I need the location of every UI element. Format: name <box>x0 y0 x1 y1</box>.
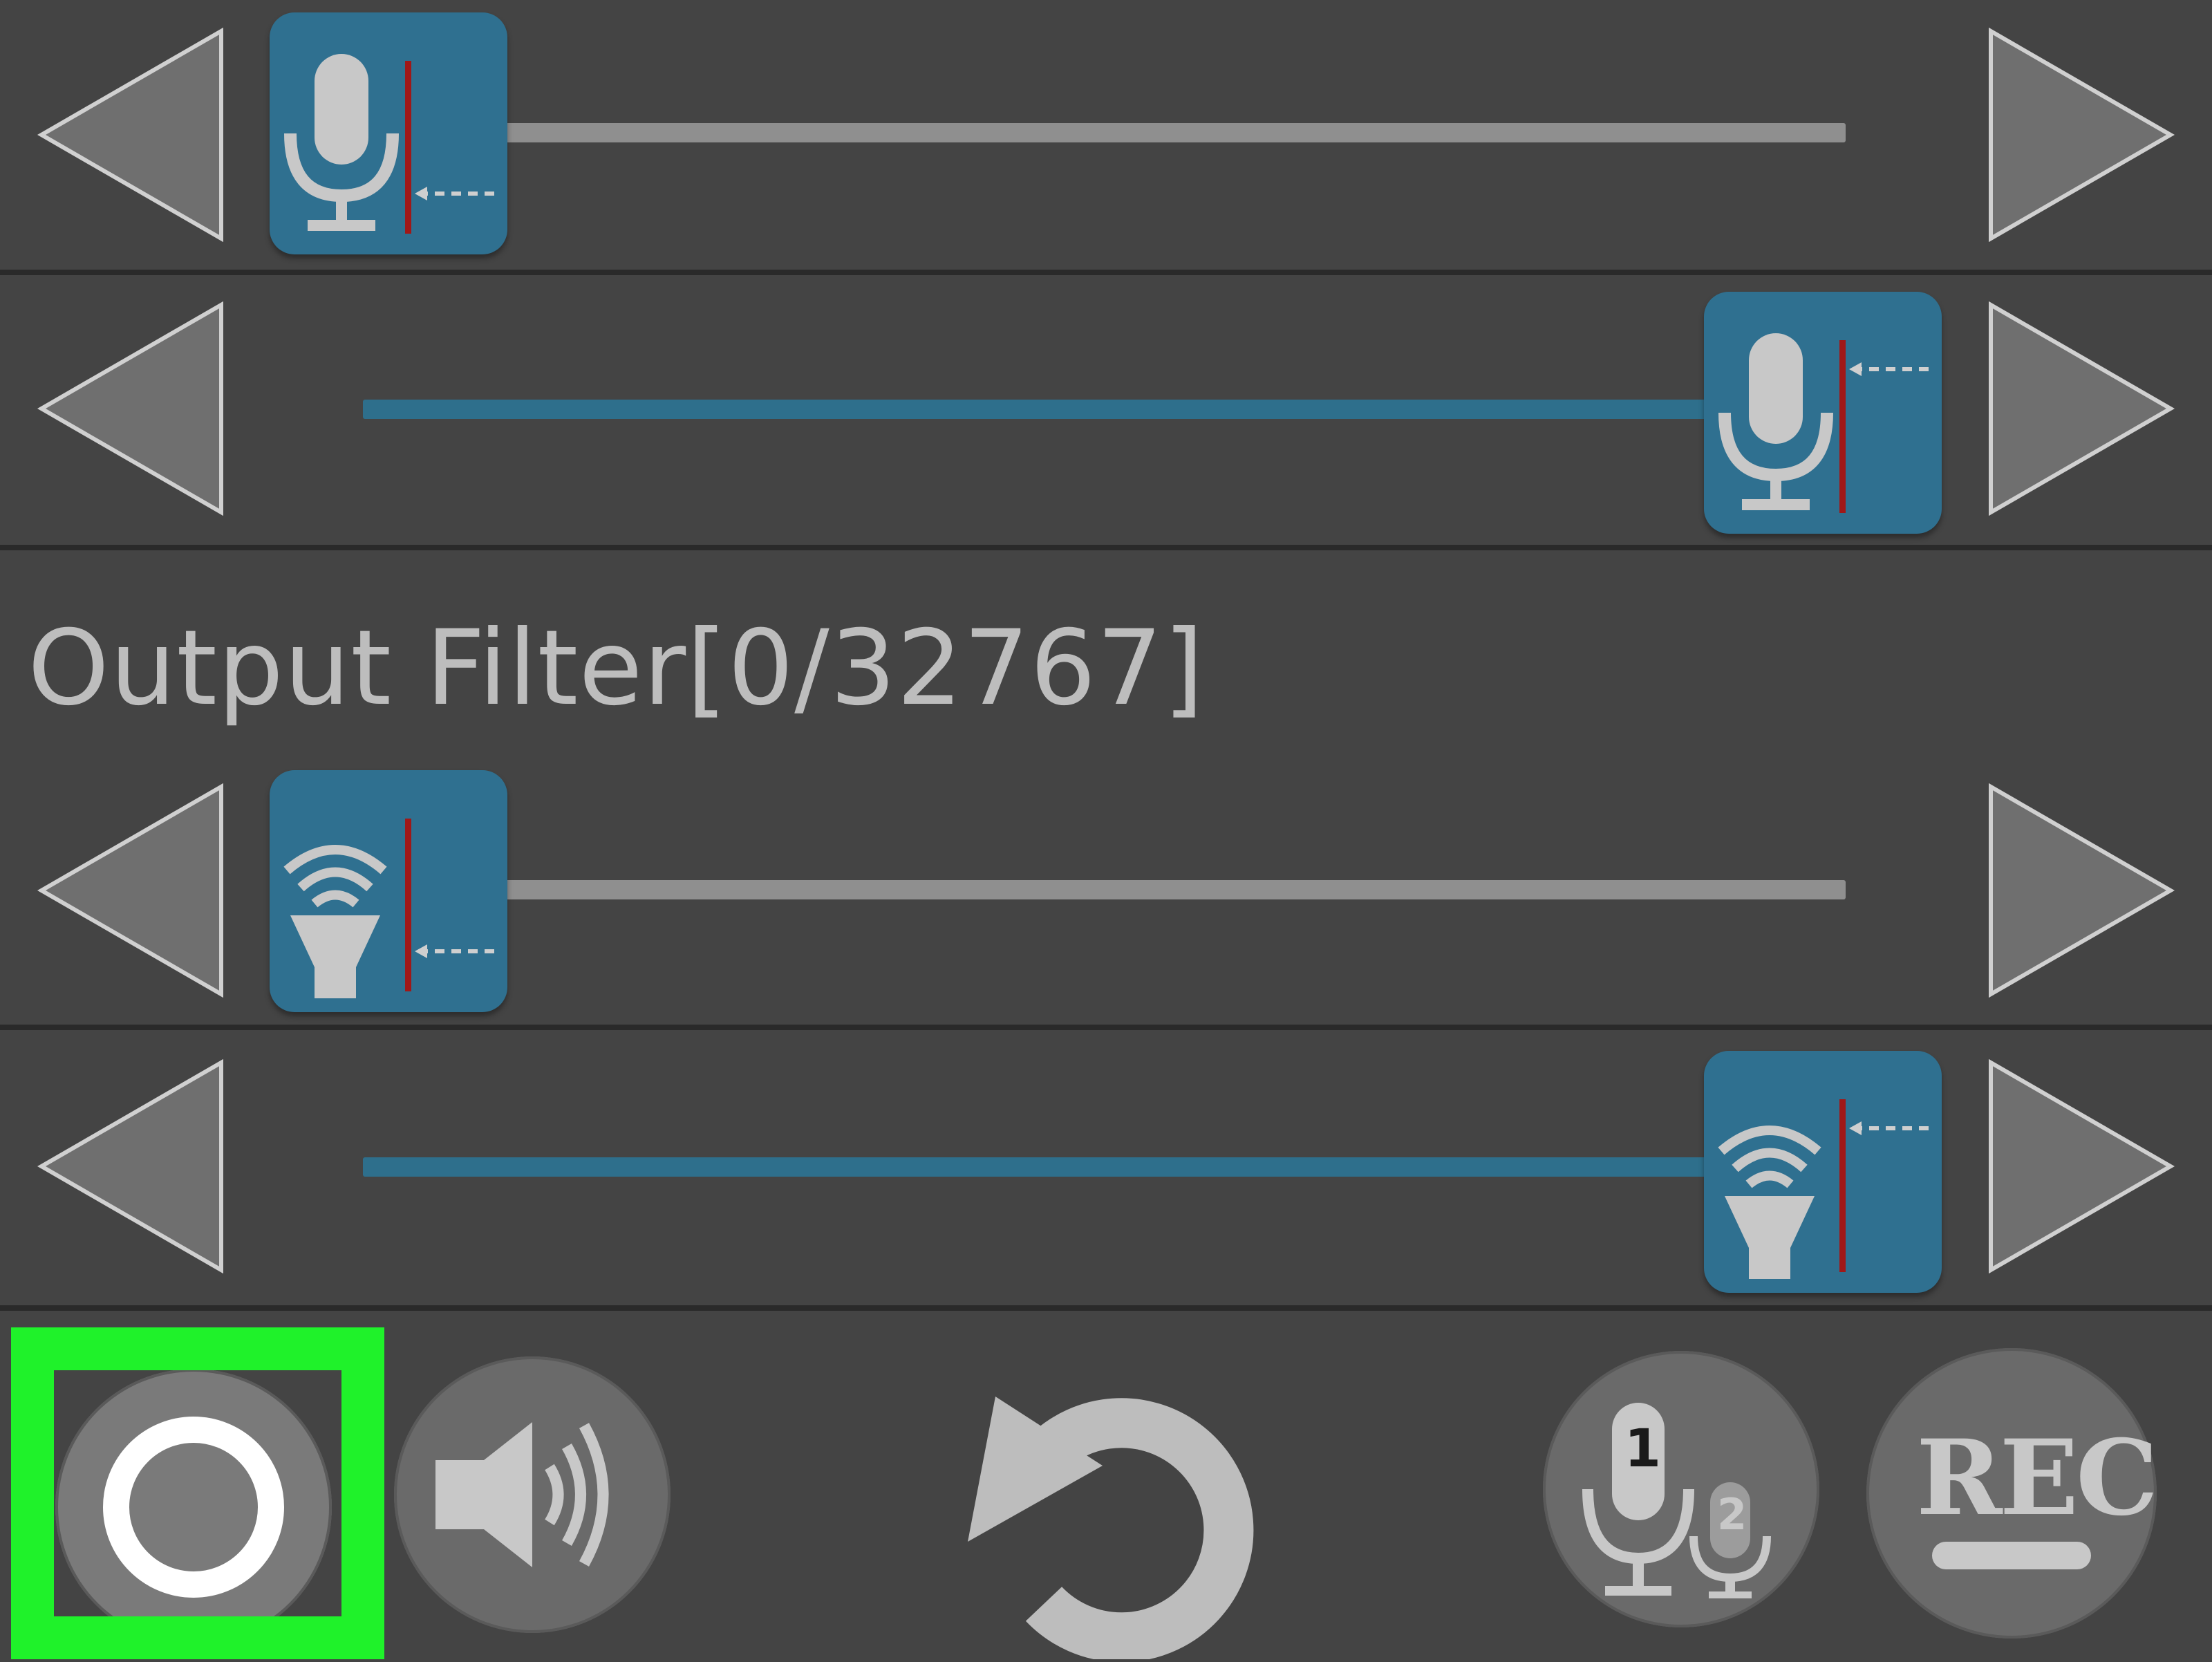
mic-slider-row-2 <box>0 275 2212 545</box>
mic-slider-row-1 <box>0 0 2212 270</box>
increase-arrow-icon[interactable] <box>1984 1059 2177 1273</box>
microphone-slider-thumb[interactable] <box>1704 292 1942 534</box>
slider-track-filled[interactable] <box>363 1157 1745 1177</box>
decrease-arrow-icon[interactable] <box>35 28 228 242</box>
speaker-slider-thumb[interactable] <box>270 770 507 1012</box>
speaker-slider-thumb[interactable] <box>1704 1051 1942 1293</box>
row-divider <box>0 270 2212 275</box>
rec-button[interactable]: REC <box>1866 1348 2158 1638</box>
speaker-icon <box>1718 1099 1932 1279</box>
microphone-select-button[interactable]: 1 2 <box>1543 1351 1819 1627</box>
increase-arrow-icon[interactable] <box>1984 28 2177 242</box>
reset-button[interactable] <box>954 1355 1258 1662</box>
slider-track[interactable] <box>498 123 1846 142</box>
speaker-icon <box>283 819 498 998</box>
microphone-icon <box>1718 333 1932 513</box>
speaker-volume-icon <box>435 1422 609 1567</box>
dual-microphone-icon <box>1582 1403 1771 1598</box>
output-filter-slider-row-2 <box>0 1030 2212 1303</box>
row-divider <box>0 545 2212 550</box>
increase-arrow-icon[interactable] <box>1984 301 2177 516</box>
output-filter-slider-row-1 <box>0 754 2212 1016</box>
rec-label: REC <box>1916 1417 2158 1539</box>
microphone-slider-thumb[interactable] <box>270 12 507 254</box>
refresh-icon <box>968 1397 1254 1662</box>
microphone-icon <box>284 54 498 234</box>
output-filter-label: Output Filter[0/32767] <box>28 608 1205 729</box>
decrease-arrow-icon[interactable] <box>35 1059 228 1273</box>
decrease-arrow-icon[interactable] <box>35 783 228 998</box>
slider-track-filled[interactable] <box>363 400 1745 419</box>
decrease-arrow-icon[interactable] <box>35 301 228 516</box>
primary-mic-number: 1 <box>1624 1417 1661 1479</box>
secondary-mic-number: 2 <box>1717 1489 1747 1540</box>
row-divider <box>0 1305 2212 1311</box>
rec-underline <box>1932 1542 2091 1569</box>
volume-button[interactable] <box>394 1356 671 1633</box>
highlight-box <box>11 1327 384 1659</box>
row-divider <box>0 1025 2212 1030</box>
increase-arrow-icon[interactable] <box>1984 783 2177 998</box>
slider-track[interactable] <box>498 880 1846 899</box>
